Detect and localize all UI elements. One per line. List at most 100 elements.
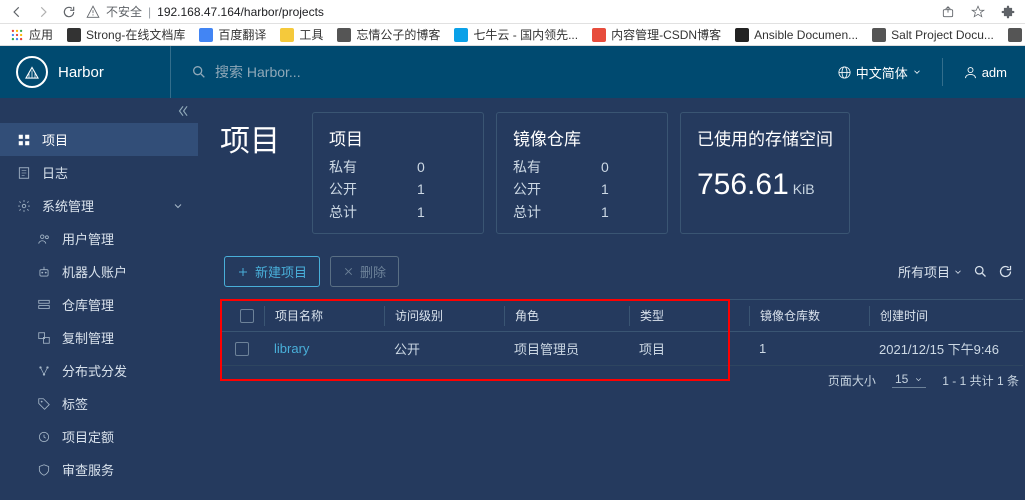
- stat-label: 总计: [513, 201, 541, 223]
- col-role[interactable]: 角色: [504, 306, 629, 326]
- card-repos: 镜像仓库 私有0 公开1 总计1: [496, 112, 668, 234]
- puzzle-icon[interactable]: [999, 3, 1017, 21]
- star-icon[interactable]: [969, 3, 987, 21]
- unsafe-icon: [86, 5, 100, 19]
- sidebar-collapse-button[interactable]: [0, 98, 198, 123]
- bookmark-item[interactable]: Salt Project Docu...: [872, 28, 994, 42]
- nav-back-icon[interactable]: [8, 3, 26, 21]
- apps-button[interactable]: 应用: [10, 26, 53, 43]
- user-menu[interactable]: adm: [963, 65, 1007, 80]
- bookmark-item[interactable]: Ansible Documen...: [735, 28, 858, 42]
- shield-icon: [36, 462, 52, 478]
- sidebar-item-robots[interactable]: 机器人账户: [0, 255, 198, 288]
- unsafe-label: 不安全: [106, 3, 142, 20]
- sidebar-item-sysmgmt[interactable]: 系统管理: [0, 189, 198, 222]
- sidebar-item-projects[interactable]: 项目: [0, 123, 198, 156]
- button-label: 新建项目: [255, 262, 307, 281]
- storage-unit: KiB: [793, 181, 815, 197]
- bookmark-favicon: [454, 28, 468, 42]
- col-access[interactable]: 访问级别: [384, 306, 504, 326]
- registry-icon: [36, 297, 52, 313]
- bookmark-label: Ansible Documen...: [754, 28, 858, 42]
- sidebar-item-replication[interactable]: 复制管理: [0, 321, 198, 354]
- col-name[interactable]: 项目名称: [264, 306, 384, 326]
- pager-summary: 1 - 1 共计 1 条: [942, 372, 1019, 389]
- main-content: 项目 项目 私有0 公开1 总计1 镜像仓库 私有0 公开1 总计1 已使用的存…: [198, 98, 1025, 500]
- tag-icon: [36, 396, 52, 412]
- new-project-button[interactable]: 新建项目: [224, 256, 320, 287]
- page-size-label: 页面大小: [828, 372, 876, 389]
- sidebar-item-logs[interactable]: 日志: [0, 156, 198, 189]
- sidebar-item-label: 日志: [42, 163, 68, 182]
- delete-button: 删除: [330, 256, 399, 287]
- row-checkbox[interactable]: [235, 342, 249, 356]
- col-type[interactable]: 类型: [629, 306, 749, 326]
- nav-forward-icon[interactable]: [34, 3, 52, 21]
- sidebar-item-label: 机器人账户: [62, 262, 127, 281]
- filter-dropdown[interactable]: 所有项目: [898, 262, 963, 281]
- sidebar-item-label: 仓库管理: [62, 295, 114, 314]
- logs-icon: [16, 165, 32, 181]
- sidebar-item-label: 分布式分发: [62, 361, 127, 380]
- card-title: 已使用的存储空间: [697, 125, 833, 150]
- cell-repos: 1: [749, 341, 869, 356]
- card-title: 项目: [329, 125, 467, 150]
- bookmark-item[interactable]: Strong-在线文档库: [67, 26, 185, 43]
- card-title: 镜像仓库: [513, 125, 651, 150]
- global-search[interactable]: 搜索 Harbor...: [170, 46, 819, 98]
- table-row[interactable]: library 公开 项目管理员 项目 1 2021/12/15 下午9:46: [220, 332, 1023, 366]
- col-created[interactable]: 创建时间: [869, 306, 1024, 326]
- stat-label: 私有: [329, 156, 357, 178]
- page-size-value: 15: [895, 372, 908, 386]
- bookmark-label: 忘情公子的博客: [356, 26, 440, 43]
- sidebar-item-registries[interactable]: 仓库管理: [0, 288, 198, 321]
- sidebar-item-label: 用户管理: [62, 229, 114, 248]
- stat-value: 1: [417, 178, 425, 200]
- bookmark-item[interactable]: 忘情公子的博客: [337, 26, 440, 43]
- col-repos[interactable]: 镜像仓库数: [749, 306, 869, 326]
- close-icon: [343, 266, 354, 277]
- harbor-logo-icon: [23, 63, 41, 81]
- harbor-logo[interactable]: Harbor: [0, 56, 170, 88]
- stat-value: 1: [601, 178, 609, 200]
- chevron-down-icon: [172, 200, 184, 212]
- share-icon[interactable]: [939, 3, 957, 21]
- chevron-down-icon: [912, 67, 922, 77]
- page-size-select[interactable]: 15: [892, 372, 926, 388]
- sidebar-item-labels[interactable]: 标签: [0, 387, 198, 420]
- page-title: 项目: [220, 116, 280, 160]
- stat-value: 1: [601, 201, 609, 223]
- gear-icon: [16, 198, 32, 214]
- chevron-down-icon: [953, 267, 963, 277]
- cell-role: 项目管理员: [504, 339, 629, 358]
- sidebar-item-label: 审查服务: [62, 460, 114, 479]
- project-link[interactable]: library: [274, 341, 309, 356]
- refresh-icon[interactable]: [998, 264, 1013, 279]
- bookmark-item[interactable]: 七牛云 - 国内领先...: [454, 26, 578, 43]
- search-icon[interactable]: [973, 264, 988, 279]
- nav-reload-icon[interactable]: [60, 3, 78, 21]
- bookmark-item[interactable]: 百度翻译: [199, 26, 266, 43]
- user-icon: [963, 65, 978, 80]
- user-label: adm: [982, 65, 1007, 80]
- replication-icon: [36, 330, 52, 346]
- language-label: 中文简体: [856, 63, 908, 82]
- sidebar-item-label: 项目定额: [62, 427, 114, 446]
- sidebar-item-distribution[interactable]: 分布式分发: [0, 354, 198, 387]
- bookmark-item[interactable]: 内容管理-CSDN博客: [592, 26, 721, 43]
- language-selector[interactable]: 中文简体: [837, 63, 922, 82]
- card-projects: 项目 私有0 公开1 总计1: [312, 112, 484, 234]
- address-bar[interactable]: 不安全 | 192.168.47.164/harbor/projects: [86, 3, 931, 20]
- card-storage: 已使用的存储空间 756.61KiB: [680, 112, 850, 234]
- bookmark-label: 内容管理-CSDN博客: [611, 26, 721, 43]
- sidebar-item-audit[interactable]: 审查服务: [0, 453, 198, 486]
- sidebar-item-users[interactable]: 用户管理: [0, 222, 198, 255]
- stat-value: 1: [417, 201, 425, 223]
- users-icon: [36, 231, 52, 247]
- bookmark-item[interactable]: docker: [1008, 28, 1025, 42]
- url-text: 192.168.47.164/harbor/projects: [157, 5, 324, 19]
- bookmark-item[interactable]: 工具: [280, 26, 323, 43]
- quota-icon: [36, 429, 52, 445]
- select-all-checkbox[interactable]: [240, 309, 254, 323]
- sidebar-item-quota[interactable]: 项目定额: [0, 420, 198, 453]
